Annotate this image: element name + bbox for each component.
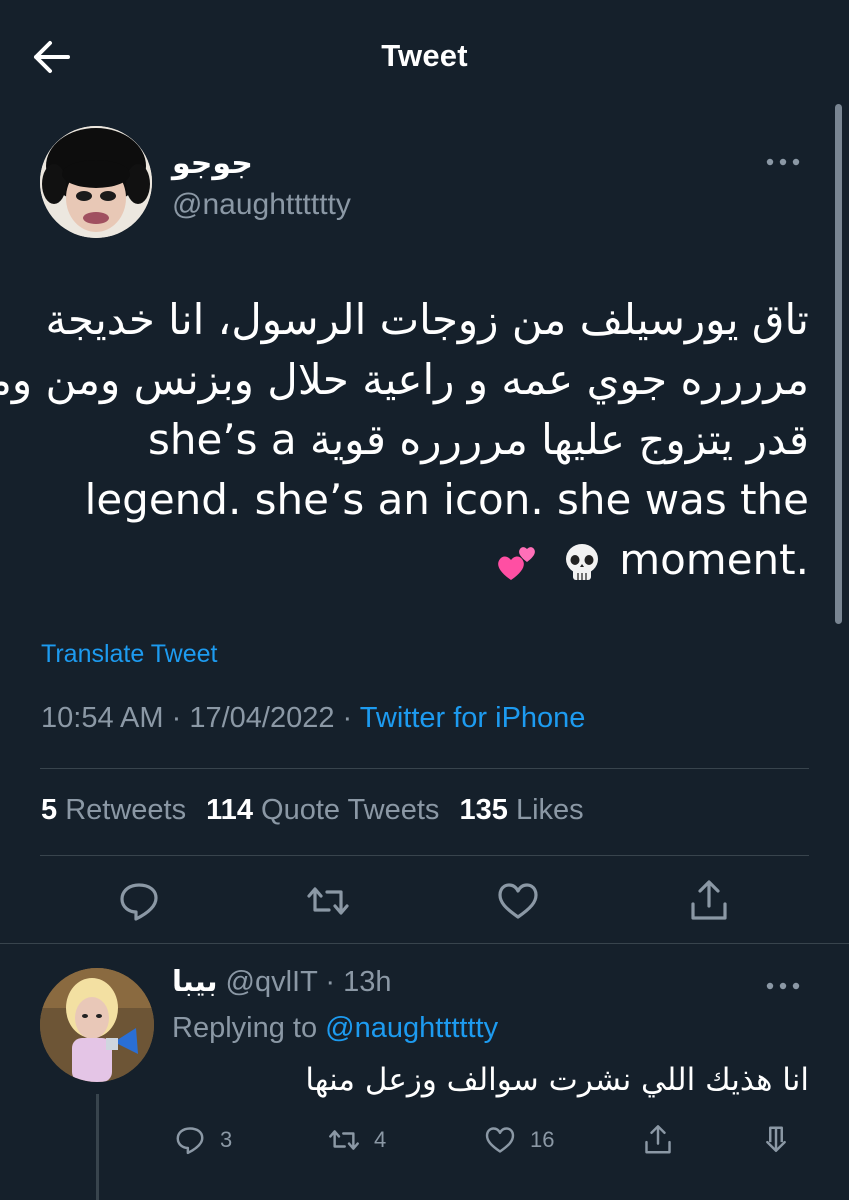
- tweet-detail-page: Tweet جوجو @naughtttttty تاق يورسيلف من …: [0, 0, 849, 1200]
- reply-downvote-button[interactable]: [758, 1120, 794, 1160]
- tweet-date[interactable]: 17/04/2022: [189, 702, 334, 734]
- author-avatar[interactable]: [40, 126, 152, 238]
- reply-retweet-button[interactable]: 4: [326, 1120, 386, 1160]
- meta-separator: ·: [342, 702, 353, 734]
- reply-reply-button[interactable]: 3: [172, 1120, 232, 1160]
- top-bar: Tweet: [0, 0, 849, 112]
- author-handle[interactable]: @naughtttttty: [172, 188, 351, 222]
- retweet-icon: [329, 1130, 359, 1150]
- more-horizontal-icon: [766, 158, 800, 166]
- divider: [40, 768, 809, 769]
- share-button[interactable]: [684, 876, 734, 926]
- like-icon: [498, 883, 538, 919]
- reply-text: انا هذيك اللي نشرت سوالف وزعل منها: [305, 1062, 809, 1098]
- scrollbar[interactable]: [835, 104, 842, 624]
- tweet-text-line: legend. she’s an icon. she was the: [84, 475, 809, 524]
- replying-to-handle[interactable]: @naughtttttty: [325, 1012, 498, 1044]
- tweet-source-link[interactable]: Twitter for iPhone: [360, 702, 586, 734]
- arrow-down-icon: [766, 1126, 786, 1153]
- likes-count: 135: [459, 794, 508, 826]
- tweet-text-line: مرررره جوي عمه و راعية حلال وبزنس ومن وم…: [0, 355, 809, 404]
- divider: [40, 855, 809, 856]
- quote-tweets-label: Quote Tweets: [261, 794, 440, 826]
- skull-emoji: [565, 543, 598, 580]
- retweets-label: Retweets: [65, 794, 187, 826]
- two-hearts-emoji: [498, 546, 536, 580]
- reply-retweets-count: 4: [374, 1127, 387, 1152]
- reply-likes-count: 16: [530, 1127, 555, 1152]
- reply-author-handle[interactable]: @qvlIT: [226, 966, 318, 998]
- likes-stat[interactable]: 135 Likes: [459, 794, 583, 826]
- share-icon: [691, 880, 727, 920]
- meta-separator: ·: [171, 702, 182, 734]
- reply-more-options-button[interactable]: [758, 974, 808, 998]
- thread-line: [96, 1094, 99, 1200]
- like-icon: [485, 1127, 515, 1153]
- more-options-button[interactable]: [758, 150, 808, 174]
- like-button[interactable]: [493, 876, 543, 926]
- reply-button[interactable]: [114, 876, 164, 926]
- avatar-image: [40, 126, 152, 238]
- section-divider: [0, 943, 849, 944]
- reply-author-avatar[interactable]: [40, 968, 154, 1082]
- tweet-text-line-last: .moment: [40, 530, 809, 590]
- replying-to: Replying to @naughtttttty: [172, 1012, 498, 1045]
- tweet-text: تاق يورسيلف من زوجات الرسول، انا خديجة م…: [0, 290, 809, 590]
- tweet-time[interactable]: 10:54 AM: [41, 702, 164, 734]
- tweet-text-line: تاق يورسيلف من زوجات الرسول، انا خديجة: [45, 295, 809, 344]
- reply-like-button[interactable]: 16: [482, 1120, 554, 1160]
- tweet-text-line: قدر يتزوج عليها مرررره قوية she’s a: [147, 415, 809, 464]
- tweet-stats: 5 Retweets 114 Quote Tweets 135 Likes: [41, 794, 596, 827]
- author-name[interactable]: جوجو: [172, 146, 253, 181]
- tweet-text-line: .moment: [619, 535, 809, 584]
- reply-replies-count: 3: [220, 1127, 233, 1152]
- tweet-meta: 10:54 AM · 17/04/2022 · Twitter for iPho…: [41, 702, 585, 735]
- reply-share-button[interactable]: [640, 1120, 676, 1160]
- page-title: Tweet: [381, 38, 468, 73]
- quote-tweets-stat[interactable]: 114 Quote Tweets: [206, 794, 439, 826]
- more-horizontal-icon: [766, 982, 800, 990]
- quote-tweets-count: 114: [206, 794, 253, 826]
- reply-author-name[interactable]: بيبا: [172, 964, 217, 998]
- retweets-count: 5: [41, 794, 58, 826]
- retweet-icon: [307, 887, 349, 915]
- retweets-stat[interactable]: 5 Retweets: [41, 794, 186, 826]
- share-icon: [645, 1125, 671, 1154]
- meta-separator: ·: [325, 966, 336, 998]
- retweet-button[interactable]: [303, 876, 353, 926]
- reply-time[interactable]: 13h: [343, 966, 391, 998]
- replying-to-label: Replying to: [172, 1012, 318, 1044]
- reply-icon: [176, 1127, 204, 1155]
- reply-header: بيبا @qvlIT · 13h: [172, 964, 391, 999]
- reply-icon: [120, 883, 158, 921]
- likes-label: Likes: [515, 794, 584, 826]
- avatar-image: [40, 968, 154, 1082]
- translate-tweet-link[interactable]: Translate Tweet: [41, 640, 217, 669]
